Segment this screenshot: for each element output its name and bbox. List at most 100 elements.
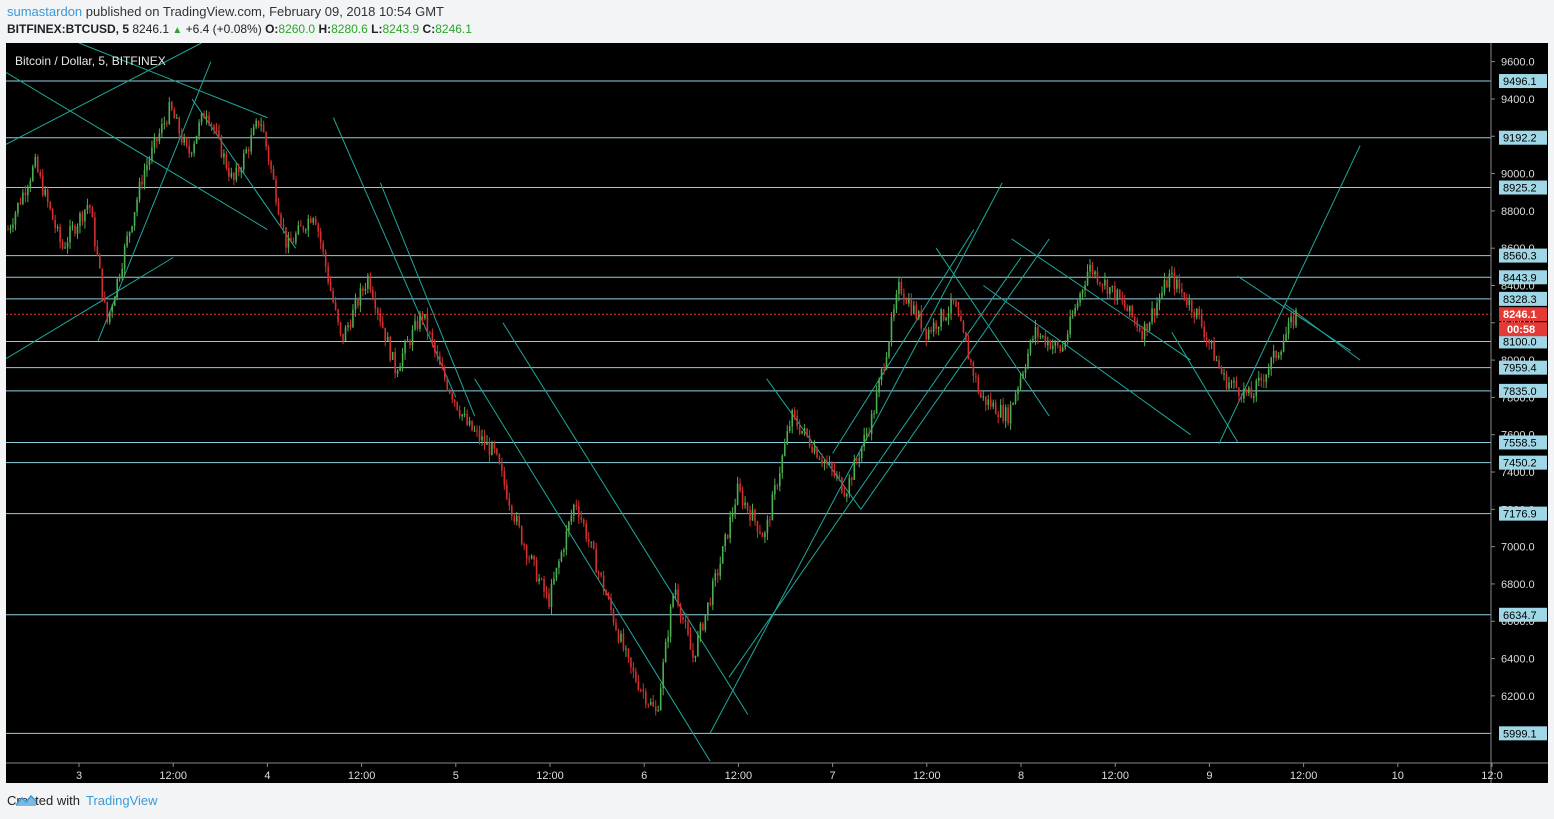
candle-body (287, 238, 290, 248)
candle-body (602, 575, 605, 592)
candle-body (252, 127, 255, 136)
candle-body (970, 359, 972, 363)
candle-body (416, 320, 419, 329)
candle-body (1171, 272, 1173, 274)
candle-body (1059, 345, 1062, 352)
candle-body (989, 399, 992, 407)
x-tick-label: 12:00 (913, 770, 941, 782)
candle-body (560, 552, 563, 562)
candle-body (488, 442, 491, 456)
y-tick-label: 6400.0 (1501, 654, 1535, 666)
candle-body (9, 227, 12, 230)
candle-body (456, 401, 458, 410)
candle-body (1257, 377, 1260, 381)
candle-body (49, 201, 51, 209)
y-tick-label: 6800.0 (1501, 579, 1535, 591)
candle-body (848, 477, 851, 495)
candle-body (811, 446, 813, 453)
candle-body (158, 133, 161, 142)
candle-body (1022, 373, 1024, 378)
candle-body (1128, 305, 1131, 312)
candle-body (1195, 308, 1198, 318)
candle-body (637, 681, 640, 690)
candle-body (838, 475, 841, 478)
candle-body (188, 145, 190, 154)
candle-body (1292, 316, 1295, 326)
candle-body (89, 205, 91, 208)
candle-body (870, 413, 873, 434)
candle-body (960, 316, 962, 322)
candle-body (414, 320, 416, 330)
candle-body (1091, 264, 1094, 275)
y-tick-label: 9600.0 (1501, 57, 1535, 69)
level-label: 7558.5 (1503, 437, 1537, 449)
candle-body (915, 305, 918, 319)
candle-body (473, 430, 476, 432)
candle-body (920, 311, 923, 329)
tradingview-link[interactable]: TradingView (86, 793, 158, 808)
candle-body (1017, 387, 1019, 394)
x-tick-label: 6 (641, 770, 647, 782)
candle-body (471, 420, 473, 431)
candle-body (952, 298, 955, 302)
symbol-label: BITFINEX:BTCUSD, 5 (7, 22, 130, 36)
candle-body (295, 234, 297, 243)
candle-body (1032, 338, 1034, 341)
candle-body (1181, 288, 1183, 293)
y-tick-label: 8800.0 (1501, 206, 1535, 218)
candle-body (972, 362, 975, 376)
candle-body (699, 623, 702, 636)
candle-body (1146, 323, 1148, 331)
chart-panel[interactable]: 9600.09400.09200.09000.08800.08600.08400… (6, 43, 1548, 783)
candle-body (1166, 280, 1168, 288)
level-label: 8560.3 (1503, 251, 1537, 263)
candle-body (121, 268, 123, 278)
candle-body (324, 251, 327, 267)
candle-body (39, 172, 42, 176)
candle-body (12, 224, 14, 228)
candle-body (736, 483, 739, 505)
candle-body (786, 431, 789, 445)
candle-body (1205, 337, 1208, 340)
candle-body (1230, 382, 1233, 384)
candle-body (1280, 351, 1282, 356)
candle-body (595, 548, 597, 573)
candle-body (307, 218, 310, 230)
candle-body (1245, 388, 1248, 394)
candle-body (126, 236, 128, 247)
candle-body (592, 541, 595, 549)
candle-body (148, 159, 151, 165)
candle-body (424, 313, 426, 319)
candle-body (885, 356, 888, 370)
x-tick-label: 5 (453, 770, 459, 782)
candle-body (841, 477, 843, 493)
low-label: L: (371, 22, 383, 36)
candle-body (108, 311, 111, 323)
candle-body (32, 166, 34, 181)
candle-body (280, 214, 282, 225)
candle-body (756, 521, 759, 532)
candle-body (975, 375, 977, 378)
price-chart[interactable]: 9600.09400.09200.09000.08800.08600.08400… (6, 43, 1548, 783)
candle-body (1168, 273, 1171, 288)
candle-body (739, 483, 741, 491)
candle-body (1193, 312, 1196, 318)
candle-body (997, 414, 999, 418)
level-label: 8328.3 (1503, 294, 1537, 306)
candle-body (744, 502, 746, 506)
candle-body (1121, 297, 1124, 301)
candle-body (967, 341, 970, 360)
candle-body (94, 217, 96, 247)
candle-body (687, 622, 689, 635)
candle-body (223, 153, 225, 158)
candle-body (1151, 308, 1153, 323)
level-label: 8925.2 (1503, 183, 1537, 195)
candle-body (240, 169, 243, 173)
author-link[interactable]: sumastardon (7, 4, 82, 19)
candle-body (1272, 350, 1275, 358)
candle-body (198, 122, 200, 136)
candle-body (195, 135, 198, 144)
candle-body (342, 333, 344, 341)
candle-body (91, 207, 94, 218)
candle-body (215, 130, 218, 132)
